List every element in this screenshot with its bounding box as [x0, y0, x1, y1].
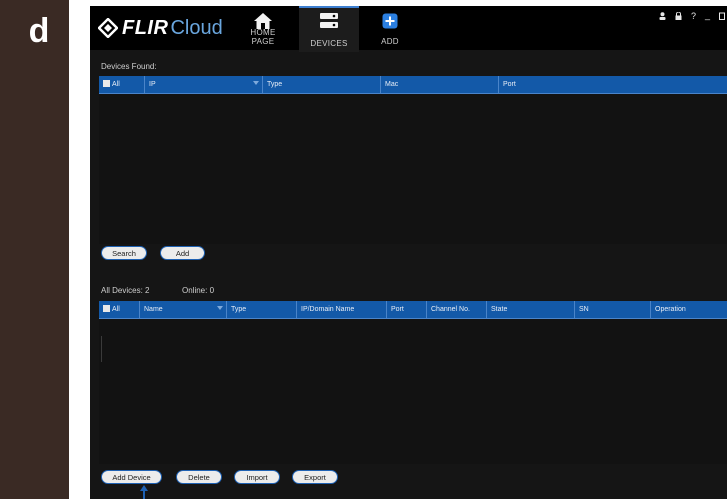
col-channel-no-label: Channel No.: [431, 306, 470, 313]
col-type[interactable]: Type: [226, 301, 296, 318]
left-sidebar: d: [0, 0, 69, 499]
all-devices-body: [99, 319, 727, 464]
all-devices-table: All Name Type IP/Domain Name Port Channe…: [99, 301, 727, 464]
online-count: Online: 0: [182, 286, 215, 295]
col-type-label: Type: [267, 81, 283, 88]
devices-icon: [320, 13, 338, 28]
devices-found-label: Devices Found:: [101, 62, 157, 71]
col-mac-label: Mac: [385, 81, 399, 88]
nav-add-label: ADD: [381, 37, 399, 46]
nav-add[interactable]: ADD: [370, 6, 410, 50]
col-all-label: All: [112, 81, 120, 88]
col-ip-label: IP: [149, 81, 156, 88]
flir-cloud-window: FLIR Cloud HOME PAGE DEVICES ADD ? _ Dev…: [90, 6, 727, 499]
col-port-label: Port: [391, 306, 404, 313]
flir-cloud-logo: FLIR Cloud: [98, 14, 223, 42]
help-icon[interactable]: ?: [691, 12, 696, 21]
delete-button[interactable]: Delete: [176, 470, 222, 484]
user-icon[interactable]: [659, 12, 666, 20]
sort-icon: [217, 306, 223, 310]
col-state[interactable]: State: [486, 301, 574, 318]
add-button[interactable]: Add: [160, 246, 205, 260]
all-devices-count: All Devices: 2: [101, 286, 150, 295]
import-button[interactable]: Import: [234, 470, 280, 484]
devices-found-body: [99, 94, 727, 244]
col-sn[interactable]: SN: [574, 301, 650, 318]
col-all[interactable]: All: [99, 76, 144, 93]
nav-home-label: HOME PAGE: [250, 28, 276, 46]
col-ip[interactable]: IP: [144, 76, 262, 93]
nav-home-page[interactable]: HOME PAGE: [238, 6, 288, 50]
col-all[interactable]: All: [99, 301, 139, 318]
maximize-icon[interactable]: [719, 12, 725, 20]
col-operation-label: Operation: [655, 306, 686, 313]
col-name[interactable]: Name: [139, 301, 226, 318]
all-devices-header: All Name Type IP/Domain Name Port Channe…: [99, 301, 727, 319]
col-all-label: All: [112, 306, 120, 313]
window-tray: ? _: [659, 11, 725, 21]
search-button[interactable]: Search: [101, 246, 147, 260]
sort-icon: [253, 81, 259, 85]
add-icon: [382, 13, 398, 29]
col-port[interactable]: Port: [498, 76, 727, 93]
col-name-label: Name: [144, 306, 163, 313]
col-port[interactable]: Port: [386, 301, 426, 318]
brand-cloud: Cloud: [170, 16, 223, 39]
minimize-icon[interactable]: _: [705, 11, 710, 20]
col-type[interactable]: Type: [262, 76, 380, 93]
pointer-arrow-stem: [143, 490, 145, 499]
col-port-label: Port: [503, 81, 516, 88]
col-state-label: State: [491, 306, 508, 313]
flir-diamond-icon: [98, 18, 118, 38]
nav-devices[interactable]: DEVICES: [299, 6, 359, 52]
col-mac[interactable]: Mac: [380, 76, 498, 93]
col-operation[interactable]: Operation: [650, 301, 727, 318]
col-ip-domain-label: IP/Domain Name: [301, 306, 355, 313]
devices-found-header: All IP Type Mac Port: [99, 76, 727, 94]
top-bar: FLIR Cloud HOME PAGE DEVICES ADD ? _: [90, 6, 727, 52]
lock-icon[interactable]: [675, 12, 682, 20]
col-sn-label: SN: [579, 306, 589, 313]
figure-label: d: [28, 12, 50, 50]
col-channel-no[interactable]: Channel No.: [426, 301, 486, 318]
brand-flir: FLIR: [122, 16, 169, 39]
nav-devices-label: DEVICES: [310, 39, 348, 48]
add-device-button[interactable]: Add Device: [101, 470, 162, 484]
devices-found-table: All IP Type Mac Port: [99, 76, 727, 244]
export-button[interactable]: Export: [292, 470, 338, 484]
col-type-label: Type: [231, 306, 247, 313]
select-all-checkbox[interactable]: [103, 305, 110, 312]
select-all-checkbox[interactable]: [103, 80, 110, 87]
row-divider: [101, 336, 102, 362]
col-ip-domain[interactable]: IP/Domain Name: [296, 301, 386, 318]
